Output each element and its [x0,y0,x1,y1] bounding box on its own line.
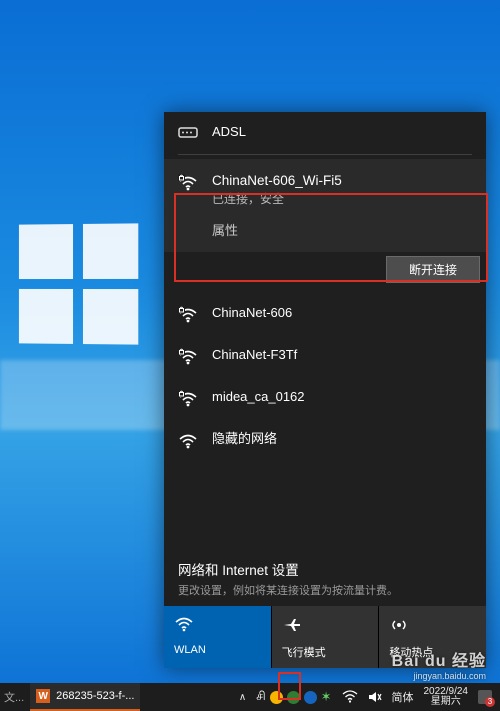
tray-volume-icon[interactable] [364,683,386,711]
taskbar-app-title: 268235-523-f-... [56,690,134,702]
disconnect-button[interactable]: 断开连接 [386,256,480,283]
quick-action-tiles: WLAN 飞行模式 移动热点 [164,606,486,668]
network-settings-link[interactable]: 网络和 Internet 设置 更改设置，例如将某连接设置为按流量计费。 [164,551,486,606]
network-name: ChinaNet-606 [212,304,474,322]
network-name: ChinaNet-606_Wi-Fi5 [212,172,474,190]
tray-app-icon[interactable] [287,691,300,704]
network-item-hidden[interactable]: 隐藏的网络 [164,419,486,461]
wifi-secure-icon [178,346,200,366]
tile-wlan[interactable]: WLAN [164,606,272,668]
network-item-adsl[interactable]: ADSL [164,112,486,152]
network-item[interactable]: ChinaNet-606 [164,293,486,335]
hotspot-icon [389,614,476,636]
wifi-icon [178,430,200,450]
network-properties-link[interactable]: 属性 [212,222,474,240]
taskbar-edge-item[interactable]: 文... [0,683,30,711]
taskbar: 文... W 268235-523-f-... ∧ சி ✶ 简体 [0,683,500,711]
tile-label: WLAN [174,644,261,656]
system-tray: சி ✶ [252,689,335,705]
settings-subtitle: 更改设置，例如将某连接设置为按流量计费。 [178,582,472,598]
wifi-secure-icon [178,172,200,192]
desktop: ADSL ChinaNet-606_Wi-Fi5 已连接，安全 属性 [0,0,500,711]
tray-app-icon[interactable] [304,691,317,704]
tile-label: 飞行模式 [282,644,369,660]
network-flyout-panel: ADSL ChinaNet-606_Wi-Fi5 已连接，安全 属性 [164,112,486,668]
tray-app-icon[interactable]: ✶ [321,689,332,705]
ime-indicator[interactable]: 简体 [388,683,418,711]
tray-app-icon[interactable]: சி [256,689,265,705]
network-name: midea_ca_0162 [212,388,474,406]
wps-icon: W [36,689,50,703]
dialup-icon [178,123,200,141]
wifi-secure-icon [178,304,200,324]
taskbar-weekday: 星期六 [424,697,469,708]
wifi-secure-icon [178,388,200,408]
taskbar-app-wps[interactable]: W 268235-523-f-... [30,683,140,711]
windows-logo [19,223,138,344]
action-center-icon[interactable] [474,683,496,711]
divider [178,154,472,155]
network-item[interactable]: midea_ca_0162 [164,377,486,419]
network-item-connected[interactable]: ChinaNet-606_Wi-Fi5 已连接，安全 属性 [164,159,486,252]
network-name: ChinaNet-F3Tf [212,346,474,364]
tray-wifi-icon[interactable] [338,683,362,711]
network-name: 隐藏的网络 [212,430,474,448]
tray-app-icon[interactable] [270,691,283,704]
tile-label: 移动热点 [389,644,476,660]
network-status: 已连接，安全 [212,191,474,207]
wifi-icon [174,614,261,636]
settings-title: 网络和 Internet 设置 [178,559,472,579]
taskbar-clock[interactable]: 2022/9/24 星期六 [420,687,473,708]
disconnect-row: 断开连接 [164,252,486,293]
tray-chevron-up-icon[interactable]: ∧ [235,683,250,711]
tile-hotspot[interactable]: 移动热点 [379,606,486,668]
network-name: ADSL [212,123,474,141]
network-item[interactable]: ChinaNet-F3Tf [164,335,486,377]
watermark-url: jingyan.baidu.com [392,671,486,681]
tile-airplane[interactable]: 飞行模式 [272,606,380,668]
airplane-icon [282,614,369,636]
